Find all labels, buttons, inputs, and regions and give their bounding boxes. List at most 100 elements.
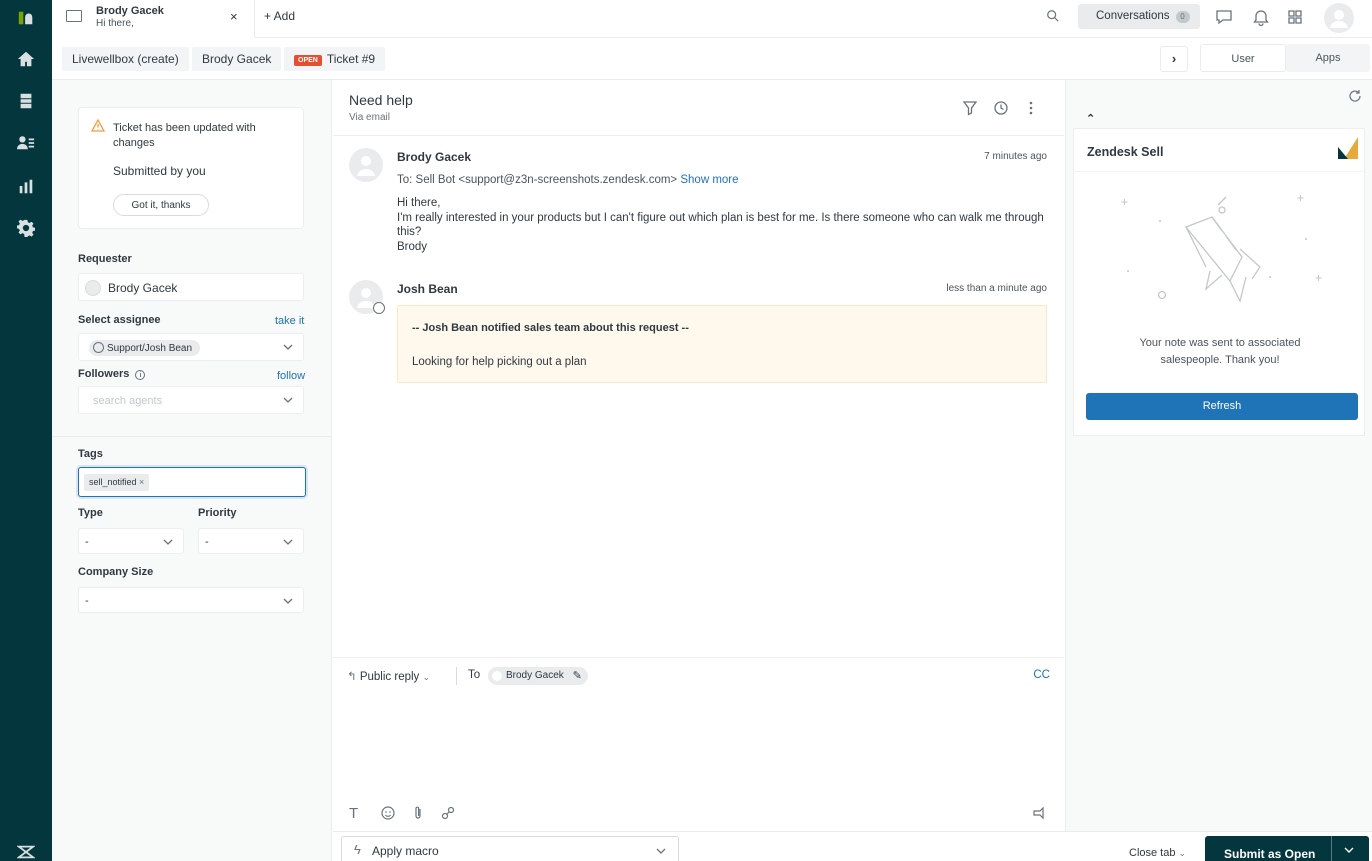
ticket-tab[interactable]: Brody Gacek Hi there, × (52, 0, 255, 38)
recipient-avatar (492, 671, 502, 681)
refresh-icon[interactable] (1348, 89, 1362, 103)
assignee-pill: Support/Josh Bean (89, 340, 201, 356)
link-icon[interactable] (440, 805, 456, 821)
submit-button[interactable]: Submit as Open (1205, 836, 1369, 861)
tab-apps[interactable]: Apps (1286, 44, 1370, 72)
group-icon (93, 342, 104, 353)
conversations-button[interactable]: Conversations 0 (1078, 4, 1200, 29)
breadcrumb-ticket[interactable]: OPEN Ticket #9 (284, 47, 386, 71)
macro-bolt-icon: ϟ (354, 842, 361, 857)
apply-macro-select[interactable]: ϟ Apply macro (341, 836, 679, 861)
company-size-label: Company Size (78, 566, 154, 578)
conversation-pane: Need help Via email Brody Gacek 7 minute… (333, 80, 1064, 861)
notice-headline: Ticket has been updated with changes (113, 122, 256, 149)
tags-label: Tags (78, 448, 103, 460)
chevron-down-icon: ⌄ (422, 672, 431, 682)
tab-user[interactable]: User (1200, 44, 1286, 72)
refresh-button[interactable]: Refresh (1086, 393, 1358, 420)
reporting-icon[interactable] (14, 174, 38, 198)
recipient-pill[interactable]: Brody Gacek ✎ (488, 667, 588, 685)
divider (1074, 171, 1366, 172)
message-author[interactable]: Brody Gacek (397, 150, 471, 164)
got-it-button[interactable]: Got it, thanks (113, 194, 209, 216)
notifications-bell-icon[interactable] (1252, 8, 1270, 26)
admin-gear-icon[interactable] (14, 216, 38, 240)
show-more-link[interactable]: Show more (680, 174, 738, 186)
chat-icon[interactable] (1215, 8, 1233, 26)
info-icon: i (135, 370, 146, 380)
app-title: Zendesk Sell (1087, 145, 1164, 159)
company-size-select[interactable]: - (78, 587, 304, 613)
chevron-down-icon[interactable] (1343, 844, 1355, 856)
followers-label-text: Followers (78, 368, 130, 380)
attachment-icon[interactable] (410, 805, 426, 821)
tags-input[interactable]: sell_notified × (78, 467, 306, 497)
priority-select[interactable]: - (198, 528, 304, 554)
ticket-subject[interactable]: Need help (349, 92, 413, 108)
assignee-value: Support/Josh Bean (107, 343, 193, 354)
take-it-link[interactable]: take it (275, 315, 304, 327)
top-bar: Brody Gacek Hi there, × + Add Conversati… (52, 0, 1372, 38)
app-root: Brody Gacek Hi there, × + Add Conversati… (0, 0, 1372, 861)
zendesk-logo-icon[interactable] (14, 6, 38, 30)
emoji-icon[interactable] (380, 805, 396, 821)
cc-link[interactable]: CC (1033, 669, 1050, 681)
zendesk-sell-logo-icon (1338, 137, 1358, 159)
requester-field[interactable]: Brody Gacek (78, 273, 304, 301)
reply-mode-label: Public reply (359, 671, 420, 683)
add-tab-button[interactable]: + Add (264, 9, 295, 23)
message-line: Brody (397, 240, 428, 253)
chevron-down-icon (283, 397, 293, 403)
breadcrumb-organization[interactable]: Livewellbox (create) (62, 47, 189, 71)
message-recipients: To: Sell Bot <support@z3n-screenshots.ze… (397, 174, 739, 186)
reply-arrow-icon: ↰ (347, 671, 357, 683)
history-icon[interactable] (993, 100, 1009, 116)
message-body: Hi there, I'm really interested in your … (397, 196, 1057, 254)
text-format-icon[interactable]: T (349, 805, 365, 822)
agent-badge-icon (373, 302, 385, 314)
ticket-tab-preview: Hi there, (96, 18, 134, 29)
chevron-down-icon (283, 539, 293, 545)
type-select[interactable]: - (78, 528, 184, 554)
collapse-chevron-icon[interactable]: ⌃ (1086, 112, 1095, 125)
app-message: Your note was sent to associated salespe… (1139, 337, 1301, 366)
edit-pencil-icon[interactable]: ✎ (573, 669, 582, 682)
customers-icon[interactable] (14, 131, 38, 155)
remove-tag-icon[interactable]: × (139, 477, 144, 487)
mail-icon (66, 10, 82, 22)
zendesk-product-icon[interactable] (14, 840, 38, 861)
reply-textarea[interactable] (347, 694, 1047, 794)
close-tab-icon[interactable]: × (230, 9, 238, 24)
message-line: I'm really interested in your products b… (397, 211, 1044, 239)
close-tab-button[interactable]: Close tab ⌄ (1129, 847, 1186, 859)
conversations-label: Conversations (1096, 10, 1170, 22)
expand-panel-button[interactable]: › (1160, 46, 1188, 72)
type-label: Type (78, 507, 103, 519)
ticket-channel: Via email (349, 112, 390, 123)
apps-grid-icon[interactable] (1286, 8, 1304, 26)
message-author[interactable]: Josh Bean (397, 282, 458, 296)
assignee-select[interactable]: Support/Josh Bean (78, 333, 304, 361)
breadcrumb-requester[interactable]: Brody Gacek (192, 47, 282, 71)
type-value: - (85, 536, 89, 548)
home-icon[interactable] (14, 47, 38, 71)
divider (52, 436, 332, 437)
bottom-bar: ϟ Apply macro Close tab ⌄ Submit as Open (333, 831, 1372, 861)
chevron-down-icon (656, 848, 666, 854)
status-badge: OPEN (294, 55, 322, 66)
follow-link[interactable]: follow (277, 370, 305, 382)
zendesk-sell-app: Zendesk Sell Your note was sent to assoc… (1073, 128, 1366, 436)
tag-pill[interactable]: sell_notified × (84, 474, 150, 491)
apply-macro-label: Apply macro (372, 844, 439, 858)
filter-icon[interactable] (962, 100, 978, 116)
reply-mode-dropdown[interactable]: ↰ Public reply ⌄ (347, 669, 430, 683)
followers-field[interactable]: search agents (78, 386, 304, 414)
views-icon[interactable] (14, 89, 38, 113)
profile-avatar[interactable] (1324, 3, 1354, 33)
ticket-number: Ticket #9 (326, 52, 376, 66)
more-options-icon[interactable] (1023, 100, 1039, 116)
search-icon[interactable] (1046, 9, 1060, 23)
requester-avatar (85, 280, 101, 296)
message-line: Hi there, (397, 197, 441, 209)
auto-assist-icon[interactable] (1031, 805, 1047, 821)
